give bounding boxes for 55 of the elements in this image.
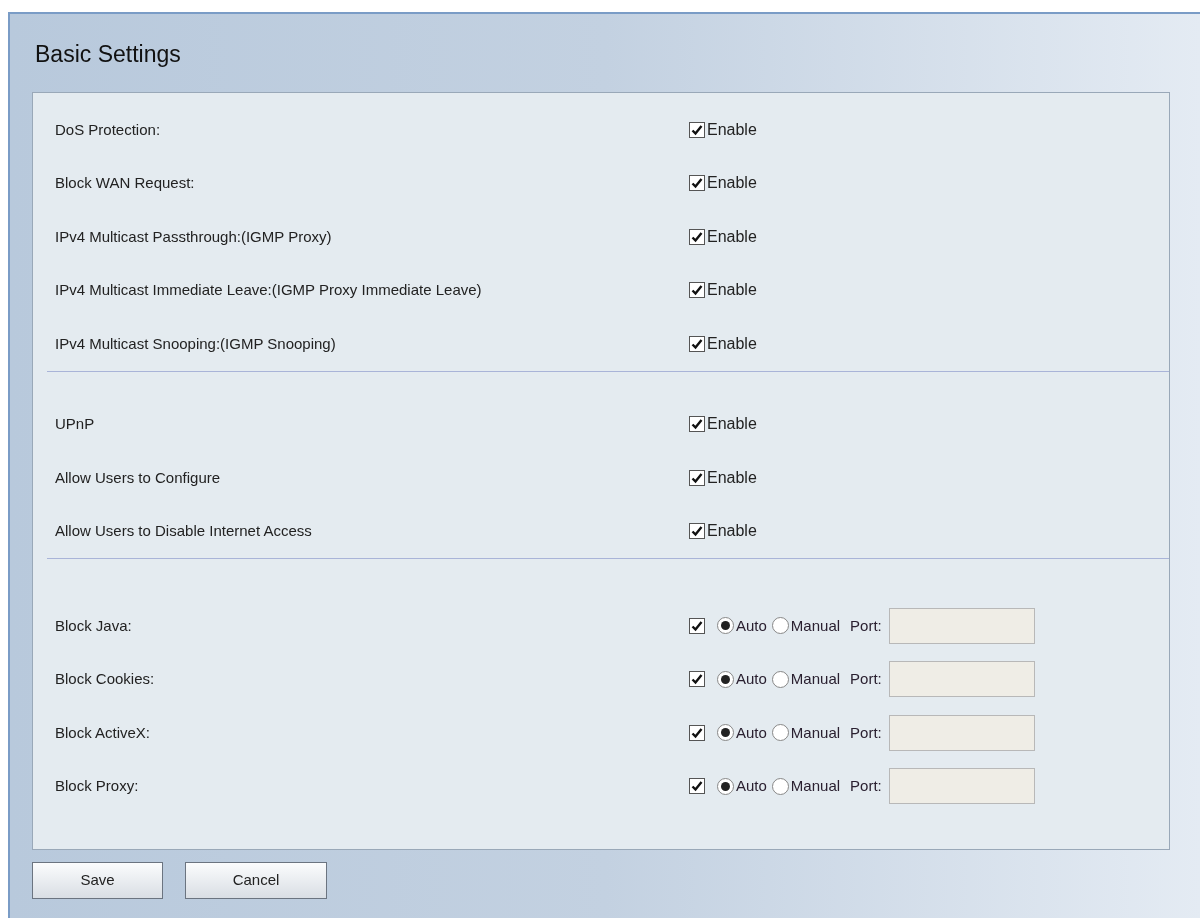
checkbox[interactable]: [689, 724, 705, 741]
port-label: Port:: [850, 615, 882, 636]
setting-label: Block WAN Request:: [54, 173, 196, 193]
setting-label: IPv4 Multicast Immediate Leave:(IGMP Proxy Immediate Leave): [54, 280, 483, 300]
enable-label: Enable: [707, 119, 757, 140]
setting-label: UPnP: [54, 414, 96, 434]
checkbox[interactable]: [689, 671, 705, 688]
radio-button[interactable]: [717, 724, 734, 742]
setting-label: DoS Protection:: [54, 119, 162, 140]
setting-label: Allow Users to Disable Internet Access: [54, 521, 313, 541]
setting-label: Block ActiveX:: [54, 722, 152, 743]
radio-button[interactable]: [717, 777, 734, 795]
port-label: Port:: [850, 669, 882, 689]
setting-label: Allow Users to Configure: [54, 467, 222, 488]
checkbox[interactable]: [689, 523, 705, 540]
checkbox[interactable]: [689, 617, 705, 634]
radio-label: Manual: [790, 776, 841, 796]
enable-label: Enable: [707, 467, 757, 488]
radio-label: Auto: [736, 615, 767, 636]
radio-label: Auto: [736, 722, 767, 743]
port-label: Port:: [850, 722, 882, 743]
checkbox[interactable]: [689, 778, 705, 795]
radio-button[interactable]: [771, 670, 789, 688]
setting-label: Block Cookies:: [54, 669, 156, 689]
enable-label: Enable: [707, 521, 757, 542]
enable-label: Enable: [707, 173, 757, 194]
checkbox[interactable]: [689, 228, 705, 245]
radio-button[interactable]: [717, 617, 734, 635]
port-label: Port:: [850, 776, 882, 796]
page-title: Basic Settings: [34, 40, 182, 69]
radio-label: Manual: [790, 615, 841, 636]
checkbox[interactable]: [689, 175, 705, 192]
setting-label: Block Java:: [54, 615, 133, 636]
enable-label: Enable: [707, 280, 757, 301]
radio-label: Manual: [790, 722, 841, 743]
radio-button[interactable]: [771, 724, 789, 742]
setting-label: Block Proxy:: [54, 776, 140, 796]
checkbox[interactable]: [689, 335, 705, 352]
checkbox[interactable]: [689, 282, 705, 299]
checkbox[interactable]: [689, 469, 705, 486]
checkbox[interactable]: [689, 416, 705, 433]
cancel-button[interactable]: Cancel: [185, 862, 327, 899]
enable-label: Enable: [707, 333, 757, 354]
radio-label: Auto: [736, 776, 767, 796]
save-button[interactable]: Save: [32, 862, 163, 899]
radio-button[interactable]: [771, 777, 789, 795]
radio-label: Manual: [790, 669, 841, 689]
checkbox[interactable]: [689, 121, 705, 138]
enable-label: Enable: [707, 226, 757, 247]
radio-button[interactable]: [771, 617, 789, 635]
radio-label: Auto: [736, 669, 767, 689]
setting-label: IPv4 Multicast Snooping:(IGMP Snooping): [54, 333, 337, 354]
setting-label: IPv4 Multicast Passthrough:(IGMP Proxy): [54, 226, 333, 247]
enable-label: Enable: [707, 414, 757, 435]
radio-button[interactable]: [717, 670, 734, 688]
